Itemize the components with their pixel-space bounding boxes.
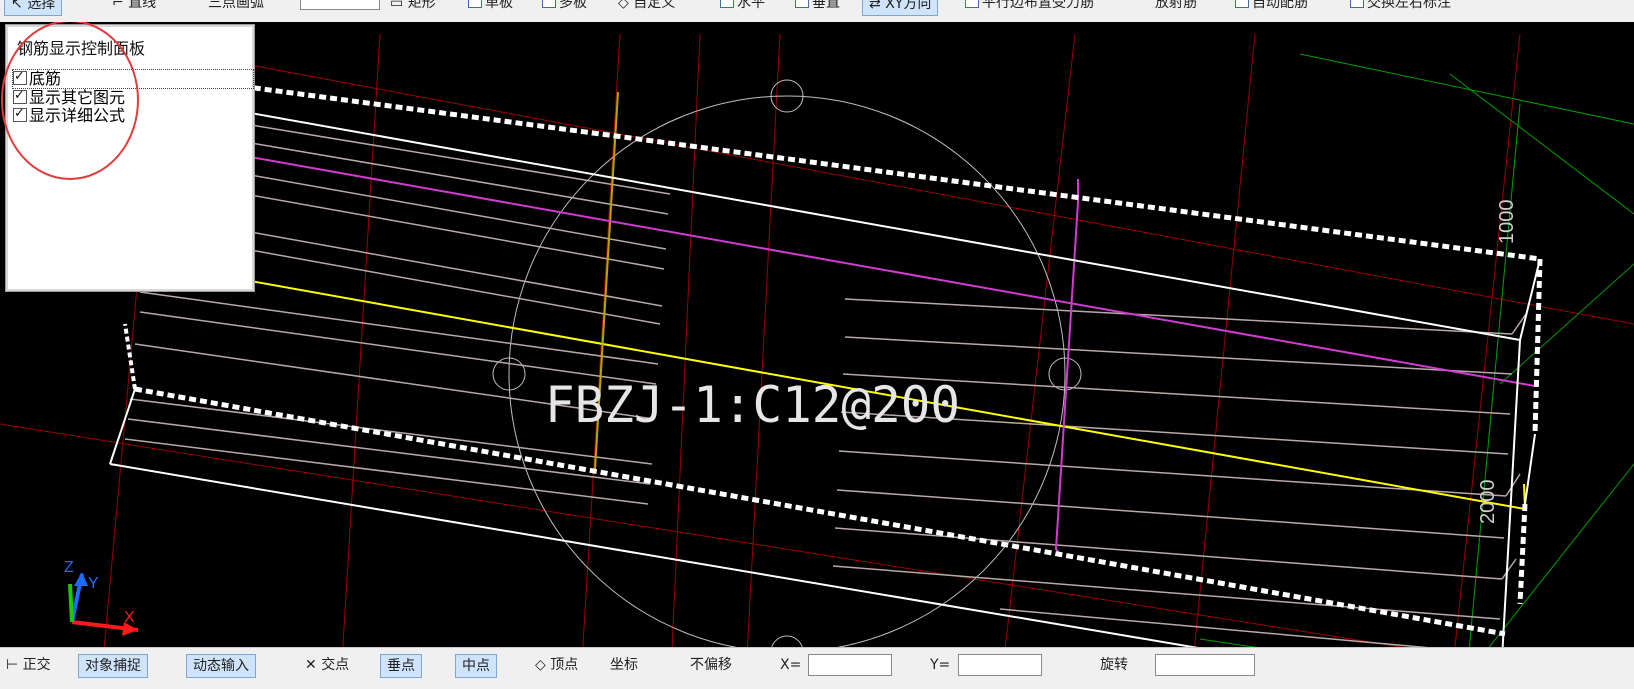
grid-line — [671, 33, 701, 647]
rebar-lines-right — [832, 298, 1527, 647]
parallel-edge-icon — [965, 0, 979, 8]
line-button[interactable]: ⌐ 直线 — [112, 0, 156, 14]
auto-rebar-icon — [1235, 0, 1249, 8]
multi-slab-icon — [542, 0, 556, 8]
grid-line — [1194, 33, 1256, 647]
rotate-label: 旋转 — [1100, 657, 1128, 673]
y-label: Y= — [930, 657, 951, 673]
top-toolbar: ↖ 选择 ⌐ 直线 三点画弧 ▭ 矩形 单板 多板 ◇ 自定义 水平 垂直 ⇄ … — [0, 0, 1634, 23]
vertex-icon: ◇ — [535, 657, 551, 673]
ortho-toggle[interactable]: ⊢ 正交 — [6, 654, 51, 676]
dynamic-input-toggle[interactable]: 动态输入 — [186, 654, 256, 678]
xy-direction-icon: ⇄ — [869, 0, 886, 12]
radial-rebar-button[interactable]: 放射筋 — [1155, 0, 1197, 14]
coordinate-snap[interactable]: 坐标 — [610, 654, 638, 676]
intersection-snap[interactable]: ✕ 交点 — [305, 654, 349, 676]
xy-direction-button[interactable]: ⇄ XY方向 — [862, 0, 939, 16]
grid-line — [1004, 33, 1076, 647]
vertex-snap[interactable]: ◇ 顶点 — [535, 654, 578, 676]
intersection-icon: ✕ — [305, 657, 322, 673]
axis-label-x: X — [124, 609, 135, 626]
highlight-circle — [1, 22, 139, 180]
grid-line — [1199, 638, 1257, 647]
dimension-1000: 1000 — [1496, 200, 1518, 245]
offset-mode[interactable]: 不偏移 — [690, 654, 732, 676]
select-arrow-icon: ↖ — [11, 0, 28, 12]
rebar-label: FBZJ-1:C12@200 — [545, 376, 960, 434]
arc-button[interactable]: 三点画弧 — [208, 0, 264, 14]
axis-label-z: Z — [64, 559, 74, 576]
draw-field[interactable] — [300, 0, 380, 14]
rectangle-button[interactable]: ▭ 矩形 — [390, 0, 436, 14]
grid-line — [1299, 53, 1634, 125]
snap-toggle[interactable]: 对象捕捉 — [78, 654, 148, 678]
vertical-icon — [795, 0, 809, 8]
grid-line — [1499, 263, 1634, 385]
custom-button[interactable]: ◇ 自定义 — [618, 0, 675, 14]
axis-label-y: Y — [88, 575, 99, 592]
vertical-button[interactable]: 垂直 — [795, 0, 840, 14]
y-input[interactable] — [958, 654, 1042, 676]
grid-line — [1454, 33, 1521, 647]
single-slab-button[interactable]: 单板 — [468, 0, 513, 14]
select-button[interactable]: ↖ 选择 — [4, 0, 63, 16]
custom-icon: ◇ — [618, 0, 634, 11]
perpendicular-snap[interactable]: 垂点 — [380, 654, 422, 678]
grid-line — [746, 33, 781, 647]
rectangle-icon: ▭ — [390, 0, 408, 11]
auto-rebar-button[interactable]: 自动配筋 — [1235, 0, 1308, 14]
x-label: X= — [780, 657, 802, 673]
parallel-edge-button[interactable]: 平行边布置受力筋 — [965, 0, 1094, 14]
horizontal-icon — [720, 0, 734, 8]
line-icon: ⌐ — [112, 0, 129, 11]
swap-labels-icon — [1350, 0, 1364, 8]
grid-line — [0, 423, 1405, 647]
single-slab-icon — [468, 0, 482, 8]
x-input[interactable] — [808, 654, 892, 676]
grid-line — [1449, 73, 1634, 215]
midpoint-snap[interactable]: 中点 — [455, 654, 497, 678]
multi-slab-button[interactable]: 多板 — [542, 0, 587, 14]
rotate-input[interactable] — [1155, 654, 1255, 676]
horizontal-button[interactable]: 水平 — [720, 0, 765, 14]
dimension-2000: 2000 — [1477, 480, 1499, 525]
axis-indicator: X Y Z — [64, 559, 139, 636]
swap-labels-button[interactable]: 交换左右标注 — [1350, 0, 1451, 14]
bottom-toolbar: ⊢ 正交 对象捕捉 动态输入 ✕ 交点 垂点 中点 ◇ 顶点 坐标 不偏移 X=… — [0, 647, 1634, 689]
ortho-icon: ⊢ — [6, 657, 23, 673]
